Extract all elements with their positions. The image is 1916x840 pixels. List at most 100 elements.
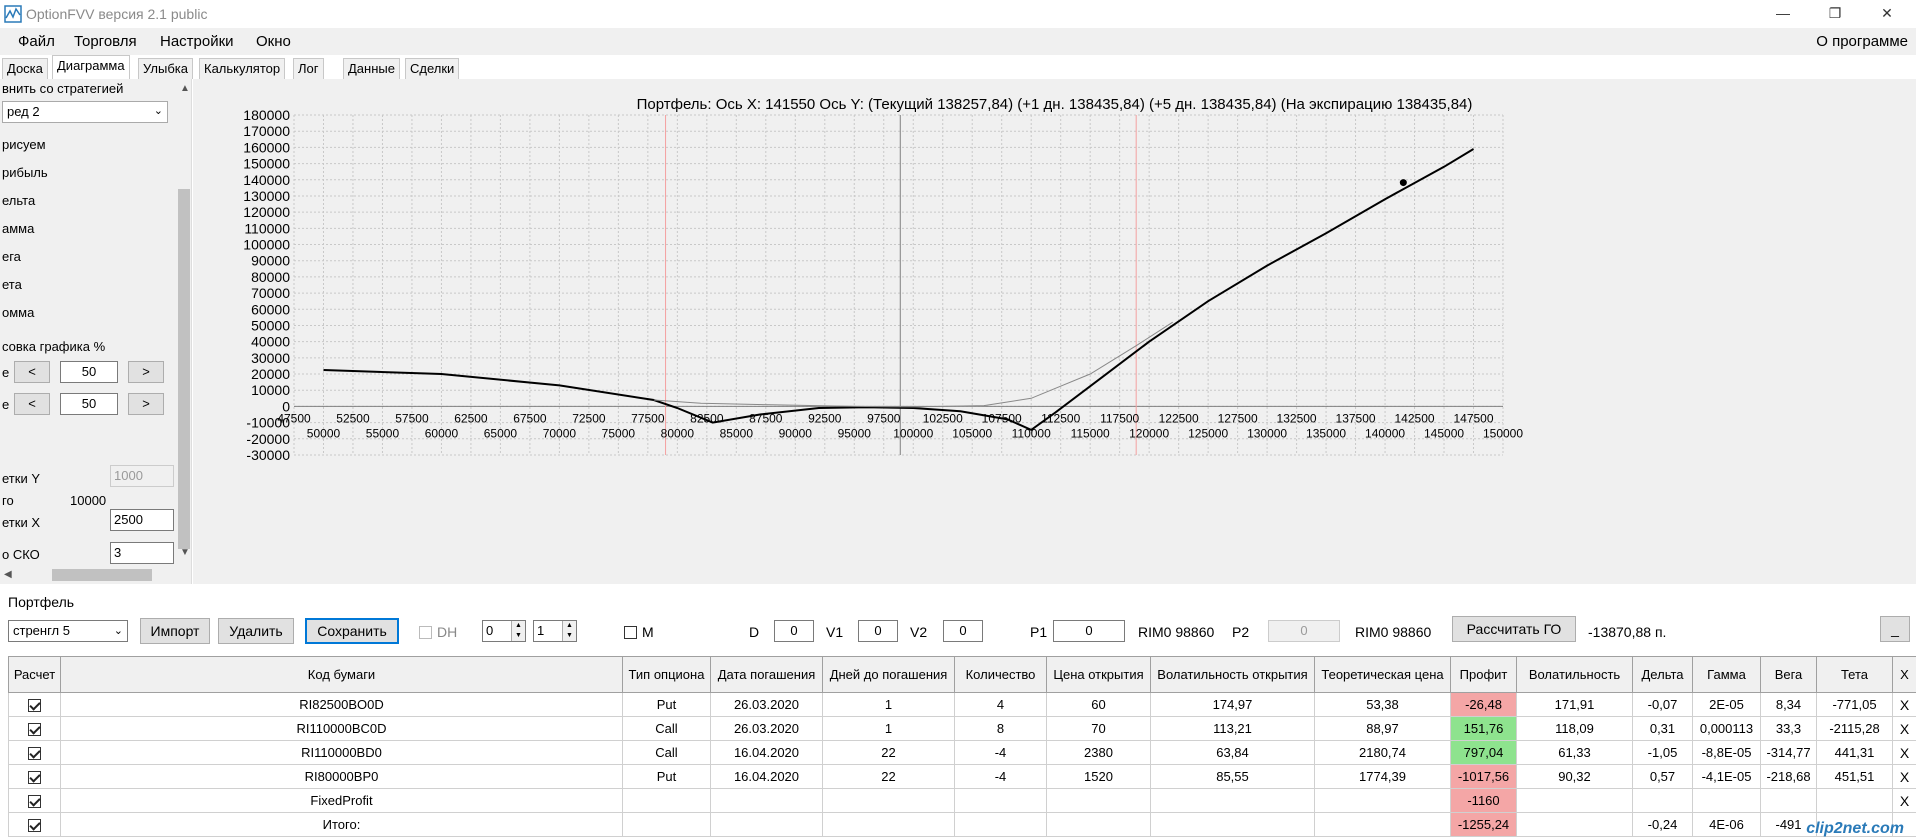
p2-input[interactable]: 0 xyxy=(1268,620,1340,642)
calc-checkbox[interactable] xyxy=(28,819,41,833)
remove-cell[interactable]: X xyxy=(1892,788,1916,813)
col-header-profit[interactable]: Профит xyxy=(1450,656,1517,693)
calc-checkbox[interactable] xyxy=(28,747,41,761)
x-tick-label-upper: 102500 xyxy=(923,411,963,425)
col-header-calc[interactable]: Расчет xyxy=(8,656,61,693)
col-header-code[interactable]: Код бумаги xyxy=(60,656,623,693)
remove-cell[interactable]: X xyxy=(1892,740,1916,765)
menu-window[interactable]: Окно xyxy=(256,33,291,50)
calc-checkbox[interactable] xyxy=(28,723,41,737)
draw-option-vega[interactable]: ега xyxy=(2,249,21,264)
sko-input[interactable]: 3 xyxy=(110,542,174,564)
scale2-decrease-button[interactable]: < xyxy=(14,393,50,415)
delete-button[interactable]: Удалить xyxy=(218,618,294,644)
calc-cell[interactable] xyxy=(8,764,61,789)
col-header-vol-open[interactable]: Волатильность открытия xyxy=(1150,656,1315,693)
table-row[interactable]: FixedProfit -1160 X xyxy=(8,788,1916,813)
strategy-select[interactable]: стренгл 5 ⌄ xyxy=(8,620,128,642)
spin1-input[interactable]: 0 ▲ ▼ xyxy=(482,620,526,642)
import-button[interactable]: Импорт xyxy=(140,618,210,644)
tab-data[interactable]: Данные xyxy=(343,58,400,79)
calc-margin-button[interactable]: Рассчитать ГО xyxy=(1452,616,1576,642)
calc-cell[interactable] xyxy=(8,740,61,765)
tab-calculator[interactable]: Калькулятор xyxy=(199,58,286,79)
col-header-theta[interactable]: Тета xyxy=(1816,656,1893,693)
collapse-button[interactable]: _ xyxy=(1880,616,1910,642)
col-header-gamma[interactable]: Гамма xyxy=(1692,656,1761,693)
scroll-left-icon[interactable]: ◀ xyxy=(4,569,12,580)
compare-strategy-select[interactable]: ред 2 ⌄ xyxy=(2,101,168,123)
scale1-increase-button[interactable]: > xyxy=(128,361,164,383)
calc-cell[interactable] xyxy=(8,812,61,837)
d-input[interactable]: 0 xyxy=(774,620,814,642)
m-checkbox[interactable] xyxy=(624,626,637,639)
v1-input[interactable]: 0 xyxy=(858,620,898,642)
scale1-input[interactable]: 50 xyxy=(60,361,118,383)
tab-log[interactable]: Лог xyxy=(293,58,324,79)
scale1-decrease-button[interactable]: < xyxy=(14,361,50,383)
payoff-chart[interactable]: 1800001700001600001500001400001300001200… xyxy=(193,79,1916,584)
remove-cell[interactable]: X xyxy=(1892,764,1916,789)
col-header-x[interactable]: X xyxy=(1892,656,1916,693)
col-header-vega[interactable]: Вега xyxy=(1760,656,1817,693)
table-row[interactable]: RI80000BP0 Put 16.04.2020 22 -4 1520 85,55 1774… xyxy=(8,764,1916,789)
scale2-input[interactable]: 50 xyxy=(60,393,118,415)
calc-cell[interactable] xyxy=(8,692,61,717)
tab-smile[interactable]: Улыбка xyxy=(138,58,193,79)
grid-x-input[interactable]: 2500 xyxy=(110,509,174,531)
tab-deals[interactable]: Сделки xyxy=(405,58,460,79)
calc-cell[interactable] xyxy=(8,788,61,813)
menu-about[interactable]: О программе xyxy=(1816,33,1908,50)
y-tick-label: 160000 xyxy=(243,139,290,155)
calc-checkbox[interactable] xyxy=(28,771,41,785)
close-button[interactable]: ✕ xyxy=(1864,0,1910,28)
spin-down-icon[interactable]: ▼ xyxy=(511,631,525,641)
table-row[interactable]: RI82500BO0D Put 26.03.2020 1 4 60 174,97 53,38-… xyxy=(8,692,1916,717)
menu-file[interactable]: Файл xyxy=(18,33,55,50)
horizontal-scroll-thumb[interactable] xyxy=(52,569,152,581)
date-cell: 26.03.2020 xyxy=(710,716,823,741)
minimize-button[interactable]: — xyxy=(1760,0,1806,28)
col-header-date[interactable]: Дата погашения xyxy=(710,656,823,693)
draw-option-profit[interactable]: рибыль xyxy=(2,165,48,180)
scroll-down-icon[interactable]: ▼ xyxy=(180,547,190,558)
spin2-input[interactable]: 1 ▲ ▼ xyxy=(533,620,577,642)
calc-cell[interactable] xyxy=(8,716,61,741)
v2-input[interactable]: 0 xyxy=(943,620,983,642)
spin-down-icon[interactable]: ▼ xyxy=(562,631,576,641)
col-header-vol[interactable]: Волатильность xyxy=(1516,656,1633,693)
col-header-price[interactable]: Цена открытия xyxy=(1046,656,1151,693)
draw-option-gamma[interactable]: амма xyxy=(2,221,34,236)
draw-option-delta[interactable]: ельта xyxy=(2,193,35,208)
scale2-increase-button[interactable]: > xyxy=(128,393,164,415)
vertical-scroll-thumb[interactable] xyxy=(178,189,190,549)
col-header-type[interactable]: Тип опциона xyxy=(622,656,711,693)
remove-cell[interactable]: X xyxy=(1892,692,1916,717)
dh-checkbox[interactable] xyxy=(419,626,432,639)
table-row[interactable]: RI110000BD0 Call 16.04.2020 22 -4 2380 63,84 21… xyxy=(8,740,1916,765)
col-header-delta[interactable]: Дельта xyxy=(1632,656,1693,693)
spin-up-icon[interactable]: ▲ xyxy=(511,621,525,631)
table-row[interactable]: Итого: -1255,24 -0,24 4E-06 -491 xyxy=(8,812,1916,837)
menu-settings[interactable]: Настройки xyxy=(160,33,234,50)
panel-vertical-scrollbar[interactable]: ▲ ▼ xyxy=(176,79,191,569)
panel-horizontal-scrollbar[interactable]: ◀ xyxy=(0,566,176,584)
spin-up-icon[interactable]: ▲ xyxy=(562,621,576,631)
p1-input[interactable]: 0 xyxy=(1053,620,1125,642)
col-header-days[interactable]: Дней до погашения xyxy=(822,656,955,693)
scroll-up-icon[interactable]: ▲ xyxy=(180,83,190,94)
calc-checkbox[interactable] xyxy=(28,699,41,713)
menu-trading[interactable]: Торговля xyxy=(74,33,137,50)
col-header-qty[interactable]: Количество xyxy=(954,656,1047,693)
calc-checkbox[interactable] xyxy=(28,795,41,809)
table-row[interactable]: RI110000BC0D Call 26.03.2020 1 8 70 113,21 88,9… xyxy=(8,716,1916,741)
save-button[interactable]: Сохранить xyxy=(305,618,399,644)
draw-option-theta[interactable]: ета xyxy=(2,277,22,292)
tab-board[interactable]: Доска xyxy=(2,58,48,79)
maximize-button[interactable]: ❐ xyxy=(1812,0,1858,28)
tab-diagram[interactable]: Диаграмма xyxy=(52,55,130,79)
grid-y-input[interactable]: 1000 xyxy=(110,465,174,487)
draw-option-volga[interactable]: омма xyxy=(2,305,34,320)
col-header-theo[interactable]: Теоретическая цена xyxy=(1314,656,1451,693)
remove-cell[interactable]: X xyxy=(1892,716,1916,741)
